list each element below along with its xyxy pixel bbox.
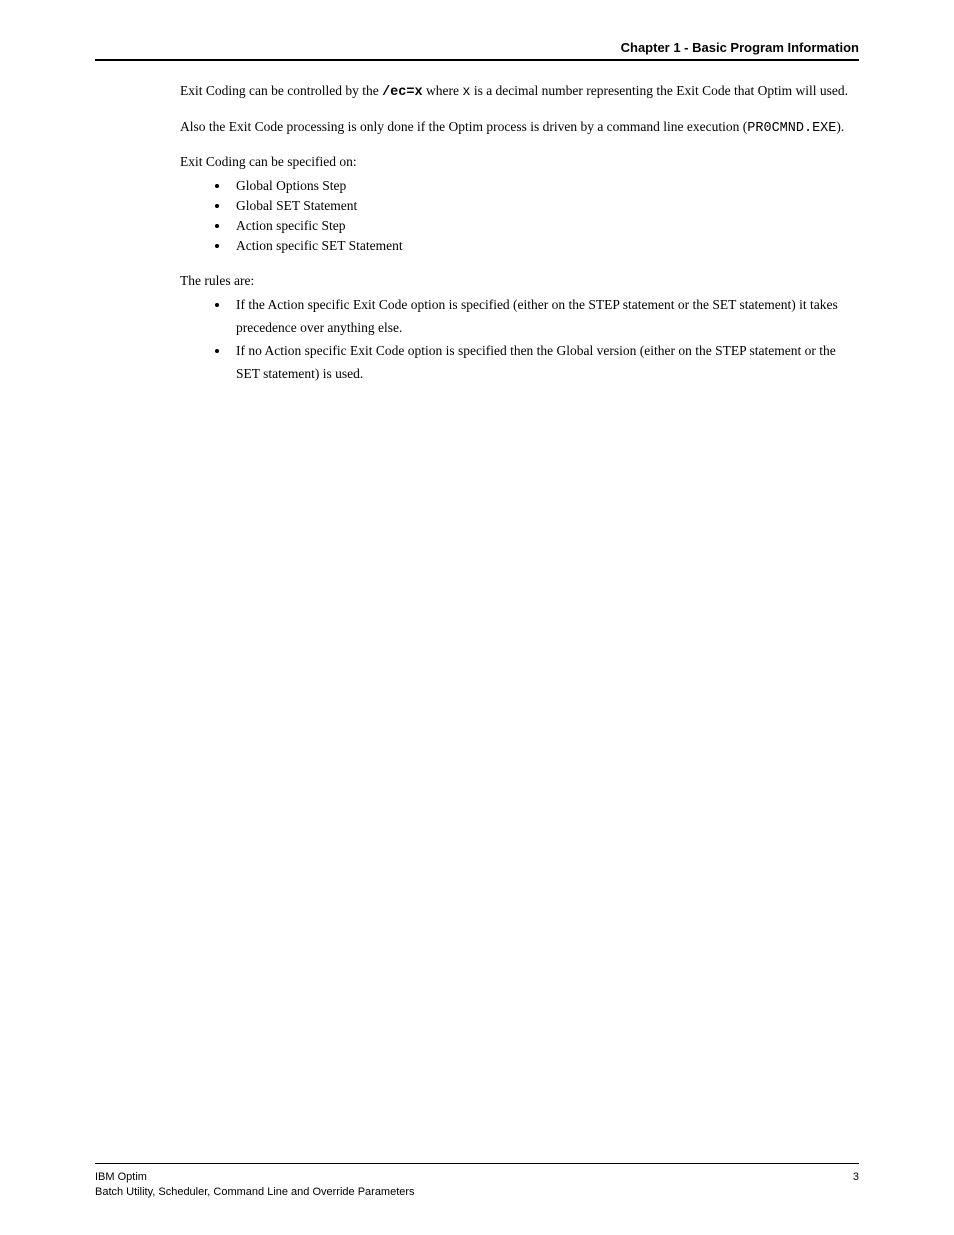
footer-rule: [95, 1163, 859, 1164]
text: is a decimal number representing the Exi…: [470, 83, 848, 98]
list-lead-specified-on: Exit Coding can be specified on:: [180, 152, 859, 172]
code-pr0cmnd: PR0CMND.EXE: [747, 121, 836, 136]
footer-subtitle: Batch Utility, Scheduler, Command Line a…: [95, 1185, 415, 1199]
header-chapter: Chapter 1 - Basic Program Information: [95, 40, 859, 55]
list-item: Action specific Step: [230, 216, 859, 236]
list-item: If no Action specific Exit Code option i…: [230, 340, 859, 386]
code-ec-option: /ec=x: [382, 85, 423, 100]
page-footer: IBM Optim Batch Utility, Scheduler, Comm…: [95, 1163, 859, 1199]
paragraph-exit-coding-control: Exit Coding can be controlled by the /ec…: [180, 81, 859, 103]
list-rules: If the Action specific Exit Code option …: [95, 294, 859, 386]
header-rule: [95, 59, 859, 61]
list-lead-rules: The rules are:: [180, 271, 859, 291]
footer-left: IBM Optim Batch Utility, Scheduler, Comm…: [95, 1170, 415, 1199]
text: where: [423, 83, 463, 98]
paragraph-exit-code-cli: Also the Exit Code processing is only do…: [180, 117, 859, 139]
text: Exit Coding can be controlled by the: [180, 83, 382, 98]
text: ).: [836, 119, 844, 134]
list-item: Global SET Statement: [230, 196, 859, 216]
list-item: Global Options Step: [230, 176, 859, 196]
text: Also the Exit Code processing is only do…: [180, 119, 747, 134]
footer-page-number: 3: [853, 1170, 859, 1199]
list-item: If the Action specific Exit Code option …: [230, 294, 859, 340]
footer-product: IBM Optim: [95, 1170, 415, 1184]
list-specified-on: Global Options Step Global SET Statement…: [95, 176, 859, 257]
list-item: Action specific SET Statement: [230, 236, 859, 256]
